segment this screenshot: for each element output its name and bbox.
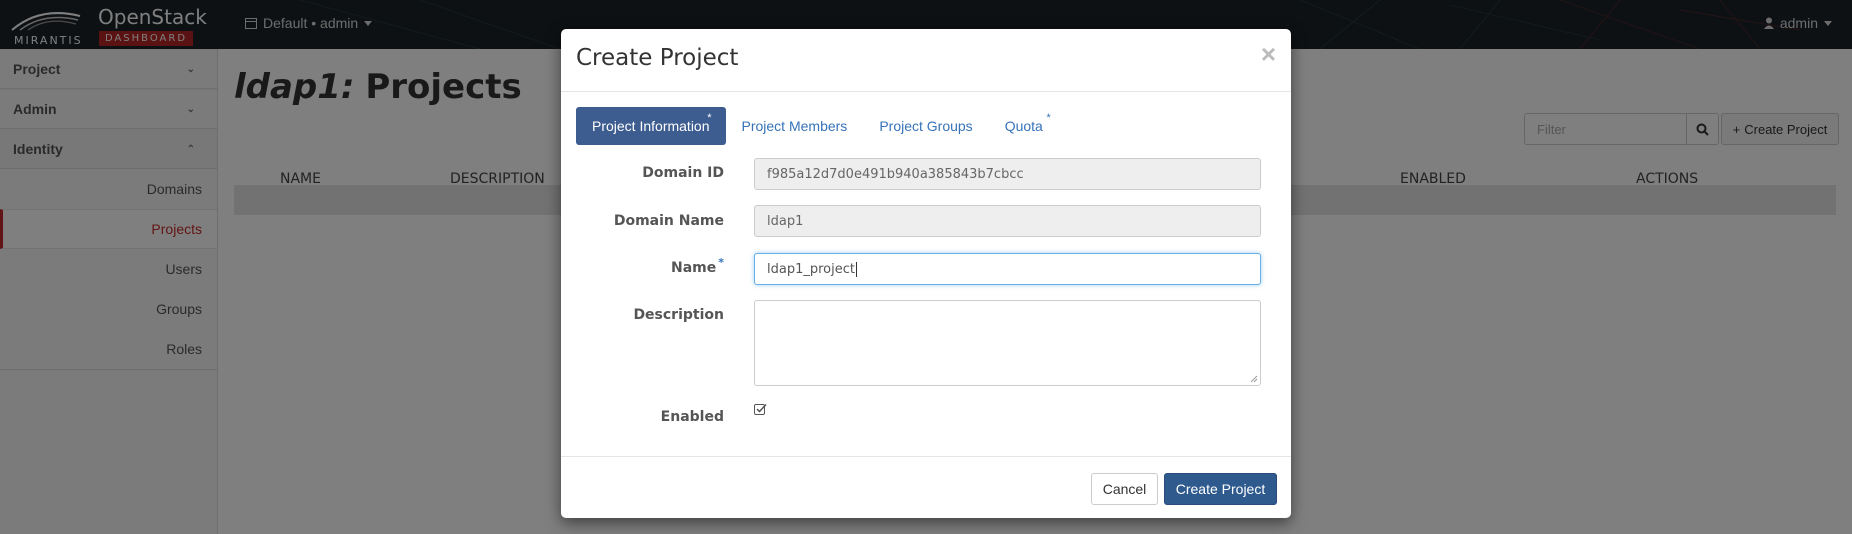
description-field[interactable] xyxy=(754,300,1261,386)
tab-quota[interactable]: Quota * xyxy=(989,107,1059,145)
modal-title: Create Project xyxy=(576,45,739,71)
resize-grip-icon[interactable] xyxy=(1250,375,1258,383)
text-cursor xyxy=(855,261,857,277)
enabled-checkbox[interactable] xyxy=(754,403,768,417)
domain-name-label: Domain Name xyxy=(613,213,724,229)
create-project-modal: Create Project × Project Information * P… xyxy=(561,29,1291,518)
tab-label: Project Groups xyxy=(879,118,973,134)
enabled-label: Enabled xyxy=(660,409,724,425)
tab-label: Project Information xyxy=(592,118,710,134)
tab-project-groups[interactable]: Project Groups xyxy=(863,107,988,145)
tab-label: Project Members xyxy=(741,118,848,134)
modal-tabs: Project Information * Project Members Pr… xyxy=(576,107,1059,145)
description-label: Description xyxy=(633,307,724,323)
name-field[interactable]: ldap1_project xyxy=(754,253,1261,285)
domain-id-label: Domain ID xyxy=(642,165,724,181)
required-marker: * xyxy=(718,256,724,269)
tab-project-information[interactable]: Project Information * xyxy=(576,107,726,145)
required-marker: * xyxy=(707,112,712,124)
create-project-submit-button[interactable]: Create Project xyxy=(1164,473,1277,505)
domain-id-field[interactable]: f985a12d7d0e491b940a385843b7cbcc xyxy=(754,158,1261,190)
cancel-button[interactable]: Cancel xyxy=(1091,473,1158,505)
checkbox-checked-icon xyxy=(754,403,767,415)
tab-project-members[interactable]: Project Members xyxy=(726,107,864,145)
modal-header: Create Project × xyxy=(561,29,1291,92)
domain-name-field[interactable]: ldap1 xyxy=(754,205,1261,237)
modal-footer: Cancel Create Project xyxy=(561,456,1291,518)
tab-label: Quota xyxy=(1004,118,1043,134)
required-marker: * xyxy=(1046,112,1051,124)
name-label-text: Name xyxy=(670,260,717,276)
name-label: Name * xyxy=(561,256,724,276)
close-icon[interactable]: × xyxy=(1261,39,1276,70)
name-field-value: ldap1_project xyxy=(767,261,855,277)
